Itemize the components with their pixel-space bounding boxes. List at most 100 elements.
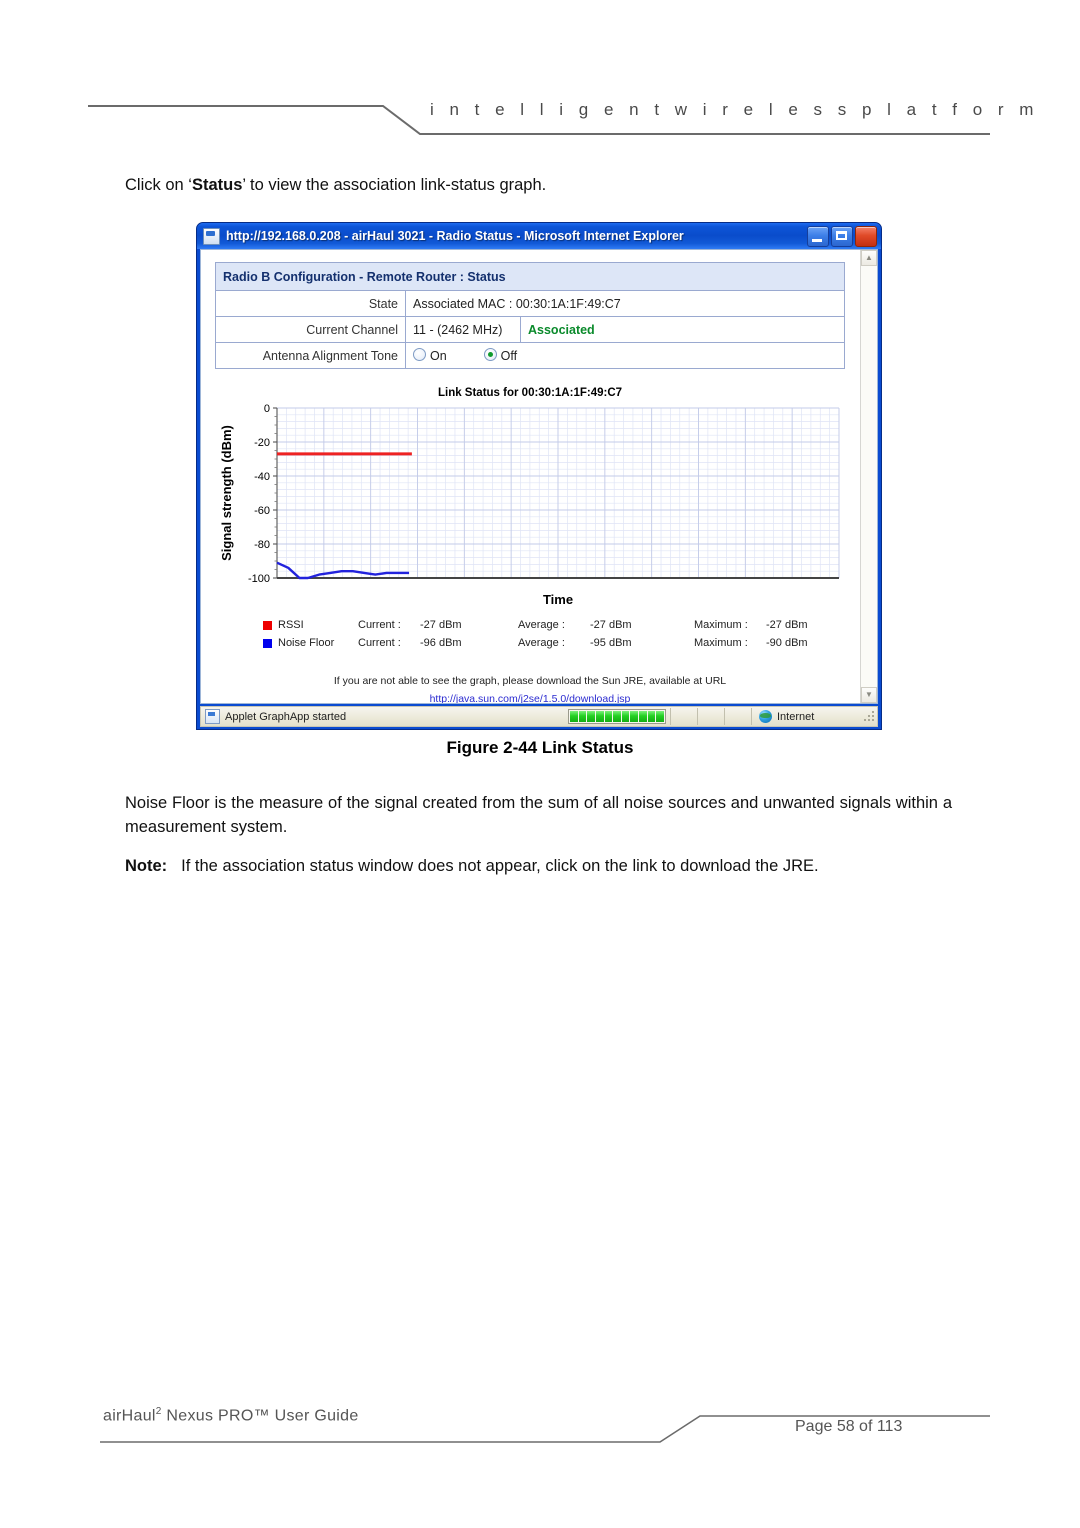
y-axis-tick-label: -60 — [254, 505, 270, 517]
progress-segment — [621, 711, 630, 722]
scroll-up-icon[interactable]: ▲ — [861, 250, 877, 266]
browser-titlebar[interactable]: http://192.168.0.208 - airHaul 3021 - Ra… — [197, 223, 881, 249]
intro-after: ’ to view the association link-status gr… — [242, 176, 547, 194]
scrollbar-track[interactable] — [861, 266, 877, 687]
progress-segment — [613, 711, 621, 722]
browser-window: http://192.168.0.208 - airHaul 3021 - Ra… — [196, 222, 882, 730]
radio-tone-off[interactable] — [483, 348, 497, 361]
table-row: Antenna Alignment Tone On Off — [215, 342, 845, 369]
footer-guide: Nexus PRO™ User Guide — [161, 1407, 359, 1425]
legend-key-average: Average : — [518, 619, 565, 631]
note-body: If the association status window does no… — [181, 857, 819, 875]
status-panel — [724, 708, 751, 725]
note-block: Note: If the association status window do… — [125, 857, 955, 876]
legend-value-maximum-rssi: -27 dBm — [766, 619, 808, 631]
legend-label-noise-floor: Noise Floor — [278, 637, 335, 649]
legend-current-rssi: Current : -27 dBm — [358, 619, 518, 631]
browser-statusbar: Applet GraphApp started Internet — [200, 706, 878, 727]
table-heading-row: Radio B Configuration - Remote Router : … — [215, 262, 845, 291]
figure-caption: Figure 2-44 Link Status — [446, 738, 634, 757]
progress-segment — [570, 711, 578, 722]
row-status-associated: Associated — [520, 316, 845, 343]
legend-label-rssi: RSSI — [278, 619, 304, 631]
scroll-down-icon[interactable]: ▼ — [861, 687, 877, 703]
legend-key-average: Average : — [518, 637, 565, 649]
legend-swatch-rssi — [263, 620, 272, 630]
page-content: Radio B Configuration - Remote Router : … — [201, 250, 860, 703]
legend-value-current-rssi: -27 dBm — [420, 619, 462, 631]
y-axis-title: Signal strength (dBm) — [219, 425, 234, 561]
row-value-channel: 11 - (2462 MHz) — [405, 316, 521, 343]
maximize-icon[interactable] — [831, 226, 853, 247]
legend-key-maximum: Maximum : — [694, 637, 748, 649]
legend-maximum-noise: Maximum : -90 dBm — [694, 637, 860, 649]
status-message: Applet GraphApp started — [225, 710, 347, 723]
radio-tone-on-label: On — [430, 349, 447, 363]
chart-canvas: 0 -20 -40 -60 -80 -100 Signal strength (dBm) Ti… — [219, 403, 840, 607]
y-axis-tick-label: -40 — [254, 471, 270, 483]
table-row: State Associated MAC : 00:30:1A:1F:49:C7 — [215, 290, 845, 317]
progress-indicator — [568, 709, 666, 724]
legend-value-average-rssi: -27 dBm — [590, 619, 632, 631]
footer-left: airHaul2 Nexus PRO™ User Guide — [103, 1406, 359, 1425]
intro-before: Click on ‘ — [125, 176, 192, 194]
legend-value-current-noise: -96 dBm — [420, 637, 462, 649]
jre-note: If you are not able to see the graph, pl… — [201, 672, 859, 703]
row-label-channel: Current Channel — [215, 316, 406, 343]
footer-page-number: Page 58 of 113 — [795, 1418, 903, 1435]
link-status-chart: 0 -20 -40 -60 -80 -100 Signal strength (dBm) Ti… — [215, 402, 845, 607]
row-label-tone: Antenna Alignment Tone — [215, 342, 406, 369]
radio-tone-on[interactable] — [413, 348, 426, 361]
progress-segment — [656, 711, 665, 722]
minimize-icon[interactable] — [807, 226, 829, 247]
status-panel — [670, 708, 697, 725]
y-axis-tick-label: -20 — [254, 437, 270, 449]
security-zone-label: Internet — [777, 710, 815, 723]
legend-average-noise: Average : -95 dBm — [518, 637, 694, 649]
radio-tone-off-label: Off — [500, 349, 518, 363]
jre-note-text: If you are not able to see the graph, pl… — [333, 675, 727, 687]
legend-value-maximum-noise: -90 dBm — [766, 637, 808, 649]
paragraph-noise-floor: Noise Floor is the measure of the signal… — [125, 794, 952, 836]
progress-segment — [604, 711, 613, 722]
header-tagline: i n t e l l i g e n t w i r e l e s s p … — [430, 100, 1039, 119]
row-value-state: Associated MAC : 00:30:1A:1F:49:C7 — [405, 290, 845, 317]
chart-legend: RSSI Current : -27 dBm Average : -27 dBm… — [263, 616, 833, 652]
progress-segment — [630, 711, 639, 722]
legend-average-rssi: Average : -27 dBm — [518, 619, 694, 631]
globe-icon — [759, 710, 772, 723]
legend-key-current: Current : — [358, 637, 401, 649]
status-table: Radio B Configuration - Remote Router : … — [215, 262, 845, 369]
y-axis-tick-label: -100 — [248, 573, 270, 585]
browser-title: http://192.168.0.208 - airHaul 3021 - Ra… — [226, 229, 684, 243]
resize-grip-icon[interactable] — [863, 708, 877, 725]
progress-segment — [587, 711, 595, 722]
progress-segment — [595, 711, 604, 722]
progress-segment — [639, 711, 647, 722]
legend-row-rssi: RSSI Current : -27 dBm Average : -27 dBm… — [263, 616, 833, 634]
window-controls — [807, 226, 877, 247]
page-scrollbar[interactable]: ▲ ▼ — [860, 250, 877, 703]
legend-key-maximum: Maximum : — [694, 619, 748, 631]
browser-client: Radio B Configuration - Remote Router : … — [200, 249, 878, 704]
x-axis-title: Time — [543, 592, 573, 607]
jre-download-link[interactable]: http://java.sun.com/j2se/1.5.0/download.… — [430, 693, 631, 703]
progress-segment — [647, 711, 656, 722]
legend-swatch-noise-floor — [263, 638, 272, 648]
footer-product: airHaul — [103, 1407, 156, 1425]
close-icon[interactable] — [855, 226, 877, 247]
legend-value-average-noise: -95 dBm — [590, 637, 632, 649]
status-panel — [697, 708, 724, 725]
security-zone[interactable]: Internet — [751, 708, 863, 725]
legend-row-noise: Noise Floor Current : -96 dBm Average : … — [263, 634, 833, 652]
applet-icon — [205, 709, 220, 724]
progress-segment — [578, 711, 587, 722]
chart-title: Link Status for 00:30:1A:1F:49:C7 — [437, 387, 623, 399]
y-axis-tick-label: 0 — [264, 403, 270, 415]
legend-maximum-rssi: Maximum : -27 dBm — [694, 619, 860, 631]
table-heading: Radio B Configuration - Remote Router : … — [215, 262, 845, 291]
y-axis-tick-label: -80 — [254, 539, 270, 551]
row-value-tone: On Off — [405, 342, 845, 369]
intro-bold: Status — [191, 176, 243, 194]
legend-key-current: Current : — [358, 619, 401, 631]
